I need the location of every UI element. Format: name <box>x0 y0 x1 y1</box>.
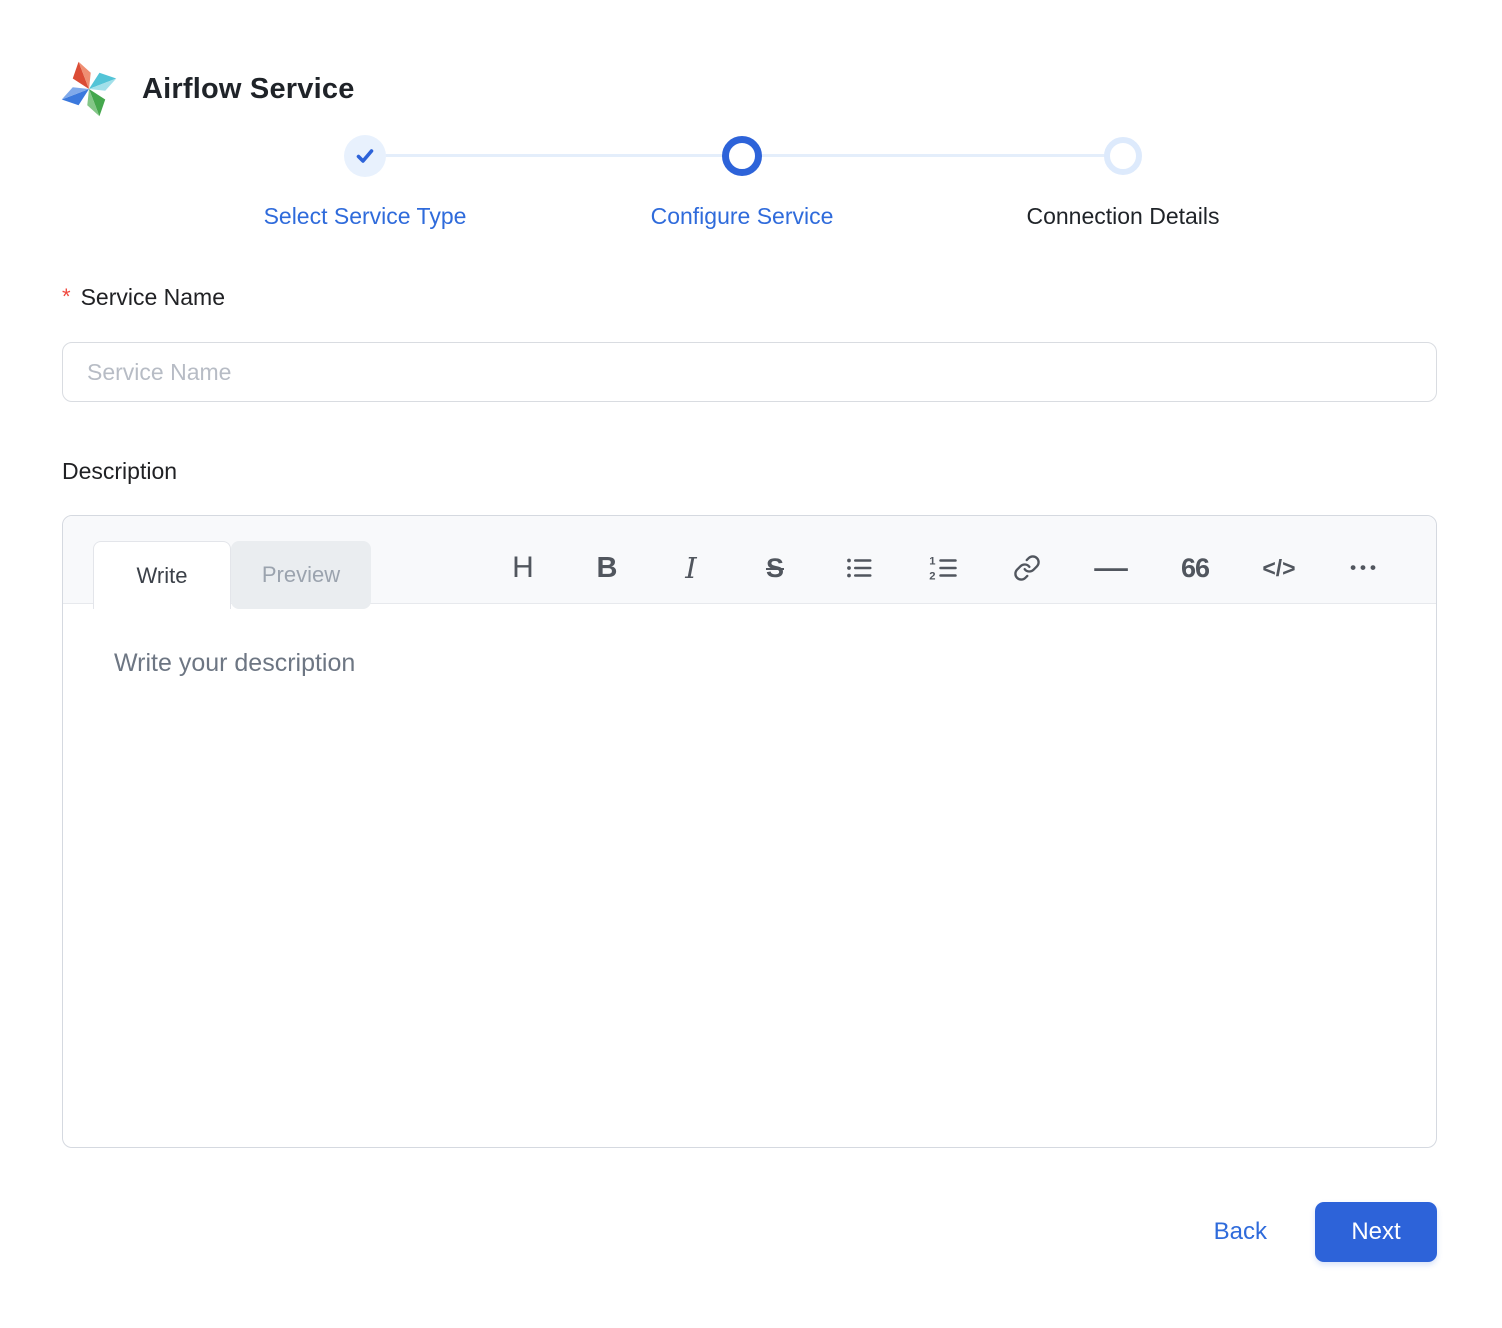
step-label: Configure Service <box>650 203 834 229</box>
page-title: Airflow Service <box>142 72 355 105</box>
step-select-service-type[interactable]: Select Service Type <box>205 128 525 230</box>
editor-tabs: Write Preview <box>93 541 371 609</box>
step-active-circle <box>722 135 762 176</box>
code-icon[interactable]: </> <box>1261 550 1297 586</box>
next-button[interactable]: Next <box>1315 1202 1437 1262</box>
page-header: Airflow Service <box>60 60 355 118</box>
tab-preview[interactable]: Preview <box>231 541 371 609</box>
bold-icon[interactable]: B <box>589 550 625 586</box>
description-markdown-editor: Write Preview H B I S 1 2 — 66 </> ••• W… <box>62 515 1437 1148</box>
service-name-input[interactable] <box>62 342 1437 402</box>
wizard-footer-actions: Back Next <box>1214 1202 1437 1262</box>
step-label: Connection Details <box>1026 203 1220 229</box>
required-asterisk: * <box>62 284 71 309</box>
step-label: Select Service Type <box>263 203 467 229</box>
svg-text:1: 1 <box>929 555 935 567</box>
description-placeholder: Write your description <box>114 649 356 677</box>
editor-toolbar-header: Write Preview H B I S 1 2 — 66 </> ••• <box>63 516 1436 609</box>
service-name-label: * Service Name <box>62 284 225 311</box>
ordered-list-icon[interactable]: 1 2 <box>925 550 961 586</box>
more-options-icon[interactable]: ••• <box>1345 550 1381 586</box>
airflow-logo-icon <box>61 61 117 117</box>
check-icon <box>356 148 374 163</box>
formatting-toolbar: H B I S 1 2 — 66 </> ••• <box>505 550 1381 586</box>
link-icon[interactable] <box>1009 550 1045 586</box>
horizontal-rule-icon[interactable]: — <box>1093 550 1129 586</box>
airflow-service-wizard-page: Airflow Service Select Service Type Conf… <box>0 0 1502 1328</box>
step-connection-details[interactable]: Connection Details <box>963 128 1283 230</box>
description-label: Description <box>62 458 178 484</box>
strikethrough-icon[interactable]: S <box>757 550 793 586</box>
back-button[interactable]: Back <box>1214 1218 1267 1246</box>
step-configure-service[interactable]: Configure Service <box>582 128 902 230</box>
svg-text:2: 2 <box>929 570 935 582</box>
service-name-label-text: Service Name <box>80 284 225 310</box>
wizard-stepper: Select Service Type Configure Service Co… <box>0 128 1502 243</box>
step-completed-circle <box>344 134 386 177</box>
italic-icon[interactable]: I <box>673 550 709 586</box>
tab-write[interactable]: Write <box>93 541 231 609</box>
heading-icon[interactable]: H <box>505 550 541 586</box>
step-upcoming-circle <box>1104 136 1142 175</box>
quote-icon[interactable]: 66 <box>1177 550 1213 586</box>
unordered-list-icon[interactable] <box>841 550 877 586</box>
description-editor-textarea[interactable]: Write your description <box>63 604 1436 1147</box>
